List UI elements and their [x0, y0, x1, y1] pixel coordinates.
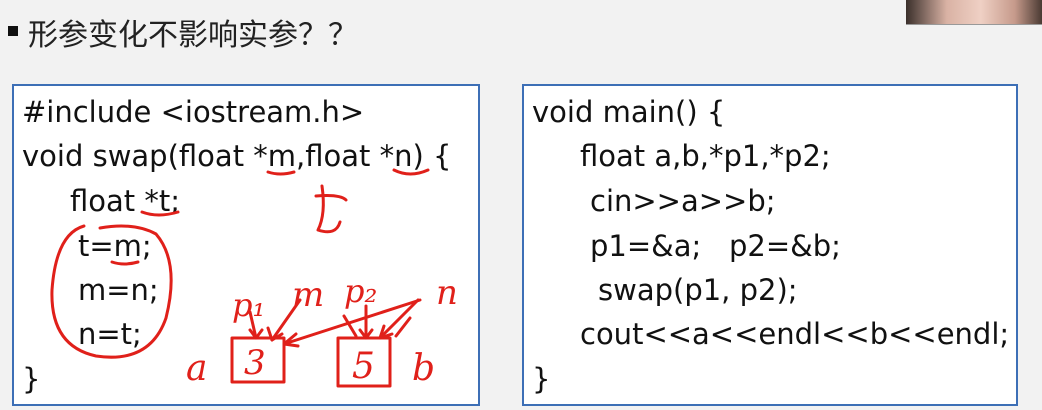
code-line: p1=&a; p2=&b; [590, 229, 841, 263]
swap-function-code-box: #include <iostream.h> void swap(float *m… [12, 84, 480, 406]
code-line: void main() { [532, 95, 726, 129]
code-line: #include <iostream.h> [22, 95, 365, 129]
code-line: } [22, 362, 41, 396]
slide-heading: 形参变化不影响实参？？ [28, 18, 358, 53]
code-line: cout<<a<<endl<<b<<endl; [580, 317, 1010, 351]
main-function-code-box: void main() { float a,b,*p1,*p2; cin>>a>… [522, 84, 1018, 406]
code-line: void swap(float *m,float *n) { [22, 139, 452, 173]
code-line: float *t; [70, 184, 181, 218]
code-line: m=n; [78, 273, 159, 307]
webcam-thumbnail [906, 0, 1042, 25]
code-line: cin>>a>>b; [590, 184, 776, 218]
code-line: t=m; [78, 229, 152, 263]
code-line: n=t; [78, 317, 142, 351]
code-line: float a,b,*p1,*p2; [580, 139, 831, 173]
heading-bullet [8, 26, 18, 36]
code-line: } [532, 362, 551, 396]
code-line: swap(p1, p2); [598, 273, 798, 307]
